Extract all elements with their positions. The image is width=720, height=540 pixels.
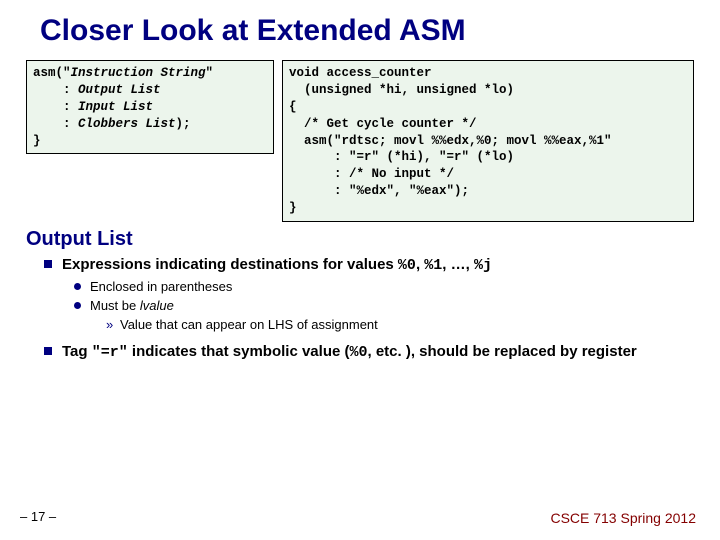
syntax-l1-ital: Instruction String bbox=[71, 66, 206, 80]
syntax-l2-ital: Output List bbox=[78, 83, 161, 97]
syntax-box: asm("Instruction String" : Output List :… bbox=[26, 60, 274, 154]
ex-l2: (unsigned *hi, unsigned *lo) bbox=[289, 83, 514, 97]
code-row: asm("Instruction String" : Output List :… bbox=[26, 60, 694, 222]
syntax-l2: : bbox=[33, 83, 78, 97]
example-box: void access_counter (unsigned *hi, unsig… bbox=[282, 60, 694, 222]
page-number: – 17 – bbox=[20, 509, 56, 524]
b1-mid2: , …, bbox=[442, 256, 474, 273]
b1-code3: %j bbox=[474, 257, 492, 274]
subsub-1: Value that can appear on LHS of assignme… bbox=[106, 317, 694, 334]
syntax-l4-end: ); bbox=[176, 117, 191, 131]
b1-pre: Expressions indicating destinations for … bbox=[62, 256, 398, 273]
b1-code2: %1 bbox=[424, 257, 442, 274]
ex-l8: : "%edx", "%eax"); bbox=[289, 184, 469, 198]
syntax-l1-end: " bbox=[206, 66, 214, 80]
ex-l9: } bbox=[289, 201, 297, 215]
course-footer: CSCE 713 Spring 2012 bbox=[550, 510, 696, 526]
ex-l1: void access_counter bbox=[289, 66, 432, 80]
syntax-l1: asm(" bbox=[33, 66, 71, 80]
b2-code2: %0 bbox=[349, 344, 367, 361]
section-heading: Output List bbox=[26, 228, 694, 251]
bullet-list: Expressions indicating destinations for … bbox=[44, 255, 694, 363]
ex-l6: : "=r" (*hi), "=r" (*lo) bbox=[289, 150, 514, 164]
sub-list-1: Enclosed in parentheses Must be lvalue V… bbox=[74, 279, 694, 334]
b2-code1: "=r" bbox=[92, 344, 128, 361]
sub-1-2: Must be lvalue Value that can appear on … bbox=[74, 298, 694, 334]
syntax-l4-ital: Clobbers List bbox=[78, 117, 176, 131]
ex-l4: /* Get cycle counter */ bbox=[289, 117, 477, 131]
slide-title: Closer Look at Extended ASM bbox=[40, 14, 694, 48]
ex-l5: asm("rdtsc; movl %%edx,%0; movl %%eax,%1… bbox=[289, 134, 612, 148]
sub-1-2-em: lvalue bbox=[140, 298, 174, 313]
b1-code1: %0 bbox=[398, 257, 416, 274]
subsub-list: Value that can appear on LHS of assignme… bbox=[106, 317, 694, 334]
slide: Closer Look at Extended ASM asm("Instruc… bbox=[0, 0, 720, 540]
sub-1-2-pre: Must be bbox=[90, 298, 140, 313]
syntax-l3: : bbox=[33, 100, 78, 114]
b2-mid: indicates that symbolic value ( bbox=[128, 343, 350, 360]
bullet-2: Tag "=r" indicates that symbolic value (… bbox=[44, 342, 694, 363]
ex-l3: { bbox=[289, 100, 297, 114]
syntax-l5: } bbox=[33, 134, 41, 148]
b2-end: , etc. ), should be replaced by register bbox=[368, 343, 637, 360]
syntax-l3-ital: Input List bbox=[78, 100, 153, 114]
b2-pre: Tag bbox=[62, 343, 92, 360]
sub-1-1: Enclosed in parentheses bbox=[74, 279, 694, 296]
syntax-l4: : bbox=[33, 117, 78, 131]
ex-l7: : /* No input */ bbox=[289, 167, 454, 181]
bullet-1: Expressions indicating destinations for … bbox=[44, 255, 694, 334]
